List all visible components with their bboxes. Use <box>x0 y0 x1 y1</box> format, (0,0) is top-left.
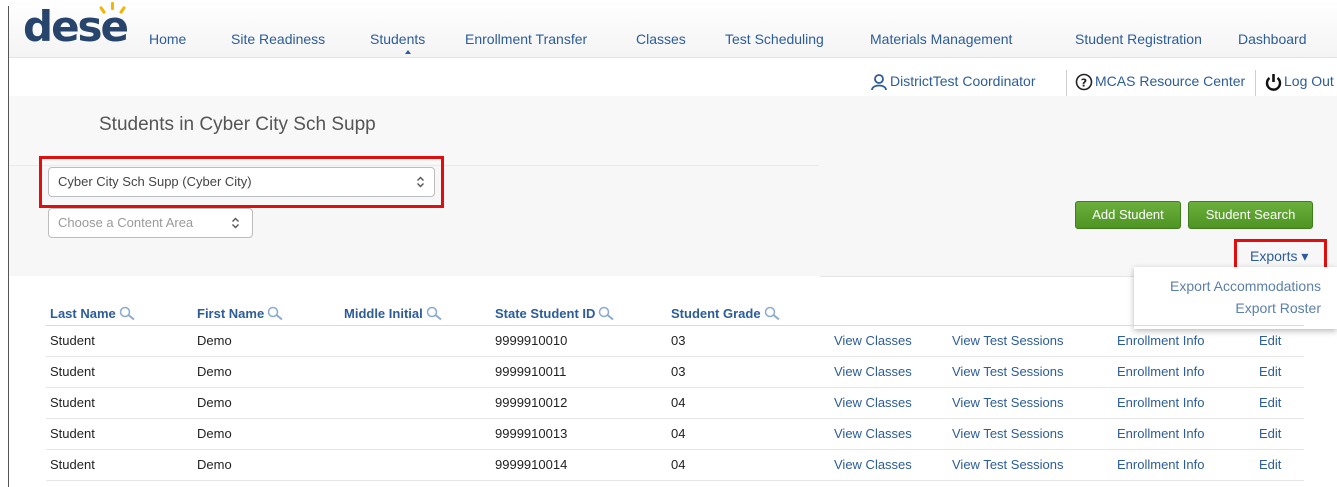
search-icon[interactable] <box>426 306 443 321</box>
top-navbar: dese Home Site Readiness Students Enroll… <box>9 0 1337 58</box>
edit-link[interactable]: Edit <box>1259 395 1281 410</box>
search-icon[interactable] <box>119 306 136 321</box>
content-area-select[interactable]: Choose a Content Area <box>48 208 253 238</box>
table-row: Student Demo 9999910010 03 View Classes … <box>46 326 1304 357</box>
view-classes-link[interactable]: View Classes <box>834 426 912 441</box>
column-label: Last Name <box>50 306 116 321</box>
question-circle-icon: ? <box>1075 73 1093 91</box>
cell-first-name: Demo <box>197 333 232 348</box>
cell-last-name: Student <box>50 333 95 348</box>
dese-logo[interactable]: dese <box>23 2 135 54</box>
view-test-sessions-link[interactable]: View Test Sessions <box>952 364 1064 379</box>
exports-menu: Export Accommodations Export Roster <box>1134 267 1337 329</box>
logout-label: Log Out <box>1284 73 1334 89</box>
search-icon[interactable] <box>598 306 615 321</box>
view-test-sessions-link[interactable]: View Test Sessions <box>952 333 1064 348</box>
view-classes-link[interactable]: View Classes <box>834 333 912 348</box>
cell-first-name: Demo <box>197 364 232 379</box>
nav-dashboard[interactable]: Dashboard <box>1238 30 1307 48</box>
edit-link[interactable]: Edit <box>1259 333 1281 348</box>
nav-test-scheduling[interactable]: Test Scheduling <box>725 30 824 48</box>
divider <box>1066 70 1067 96</box>
power-icon <box>1265 74 1282 92</box>
search-icon[interactable] <box>267 306 284 321</box>
cell-ssid: 9999910013 <box>495 426 568 441</box>
student-search-button[interactable]: Student Search <box>1188 201 1313 229</box>
user-bar: DistrictTest Coordinator ? MCAS Resource… <box>0 67 1337 96</box>
column-label: Student Grade <box>671 306 761 321</box>
edit-link[interactable]: Edit <box>1259 426 1281 441</box>
nav-enrollment-transfer[interactable]: Enrollment Transfer <box>465 30 587 48</box>
highlight-box <box>39 156 444 208</box>
view-classes-link[interactable]: View Classes <box>834 457 912 472</box>
cell-first-name: Demo <box>197 395 232 410</box>
active-nav-indicator <box>405 50 411 54</box>
cell-grade: 04 <box>671 457 686 472</box>
view-test-sessions-link[interactable]: View Test Sessions <box>952 457 1064 472</box>
user-label: DistrictTest Coordinator <box>890 73 1036 89</box>
cell-last-name: Student <box>50 395 95 410</box>
resource-center-label: MCAS Resource Center <box>1095 73 1246 89</box>
export-accommodations-item[interactable]: Export Accommodations <box>1170 278 1321 294</box>
nav-student-registration[interactable]: Student Registration <box>1075 30 1202 48</box>
logout-link[interactable]: Log Out <box>1265 67 1334 95</box>
content-area-placeholder: Choose a Content Area <box>58 215 194 230</box>
cell-ssid: 9999910012 <box>495 395 568 410</box>
column-header-first-name[interactable]: First Name <box>197 306 284 321</box>
column-label: State Student ID <box>495 306 596 321</box>
highlight-box <box>1234 239 1327 270</box>
cell-grade: 03 <box>671 364 686 379</box>
divider <box>820 276 1137 277</box>
edit-link[interactable]: Edit <box>1259 457 1281 472</box>
cell-first-name: Demo <box>197 457 232 472</box>
divider <box>1255 70 1256 96</box>
nav-home[interactable]: Home <box>149 30 186 48</box>
enrollment-info-link[interactable]: Enrollment Info <box>1117 457 1204 472</box>
column-header-state-student-id[interactable]: State Student ID <box>495 306 615 321</box>
column-header-last-name[interactable]: Last Name <box>50 306 136 321</box>
enrollment-info-link[interactable]: Enrollment Info <box>1117 364 1204 379</box>
nav-materials-management[interactable]: Materials Management <box>870 30 1012 48</box>
cell-last-name: Student <box>50 364 95 379</box>
cell-grade: 03 <box>671 333 686 348</box>
table-row: Student Demo 9999910011 03 View Classes … <box>46 357 1304 388</box>
cell-ssid: 9999910011 <box>495 364 567 379</box>
cell-last-name: Student <box>50 426 95 441</box>
table-row: Student Demo 9999910014 04 View Classes … <box>46 450 1304 481</box>
svg-text:?: ? <box>1081 77 1087 90</box>
add-student-button[interactable]: Add Student <box>1075 201 1181 229</box>
user-icon <box>871 74 887 91</box>
nav-classes[interactable]: Classes <box>636 30 686 48</box>
export-roster-item[interactable]: Export Roster <box>1235 300 1321 316</box>
enrollment-info-link[interactable]: Enrollment Info <box>1117 333 1204 348</box>
nav-students[interactable]: Students <box>370 30 425 48</box>
cell-ssid: 9999910014 <box>495 457 568 472</box>
resource-center-link[interactable]: ? MCAS Resource Center <box>1075 67 1245 95</box>
user-menu[interactable]: DistrictTest Coordinator <box>870 67 1036 95</box>
column-label: First Name <box>197 306 265 321</box>
search-icon[interactable] <box>764 306 781 321</box>
cell-first-name: Demo <box>197 426 232 441</box>
view-test-sessions-link[interactable]: View Test Sessions <box>952 426 1064 441</box>
cell-ssid: 9999910010 <box>495 333 568 348</box>
column-header-student-grade[interactable]: Student Grade <box>671 306 781 321</box>
table-row: Student Demo 9999910013 04 View Classes … <box>46 419 1304 450</box>
table-row: Student Demo 9999910012 04 View Classes … <box>46 388 1304 419</box>
cell-last-name: Student <box>50 457 95 472</box>
column-label: Middle Initial <box>344 306 423 321</box>
view-classes-link[interactable]: View Classes <box>834 395 912 410</box>
enrollment-info-link[interactable]: Enrollment Info <box>1117 426 1204 441</box>
cell-grade: 04 <box>671 395 686 410</box>
logo-spark-icon <box>111 2 114 10</box>
view-classes-link[interactable]: View Classes <box>834 364 912 379</box>
chevron-up-down-icon <box>232 217 239 229</box>
page-title: Students in Cyber City Sch Supp <box>99 114 376 135</box>
column-header-middle-initial[interactable]: Middle Initial <box>344 306 443 321</box>
view-test-sessions-link[interactable]: View Test Sessions <box>952 395 1064 410</box>
cell-grade: 04 <box>671 426 686 441</box>
edit-link[interactable]: Edit <box>1259 364 1281 379</box>
nav-site-readiness[interactable]: Site Readiness <box>231 30 325 48</box>
enrollment-info-link[interactable]: Enrollment Info <box>1117 395 1204 410</box>
